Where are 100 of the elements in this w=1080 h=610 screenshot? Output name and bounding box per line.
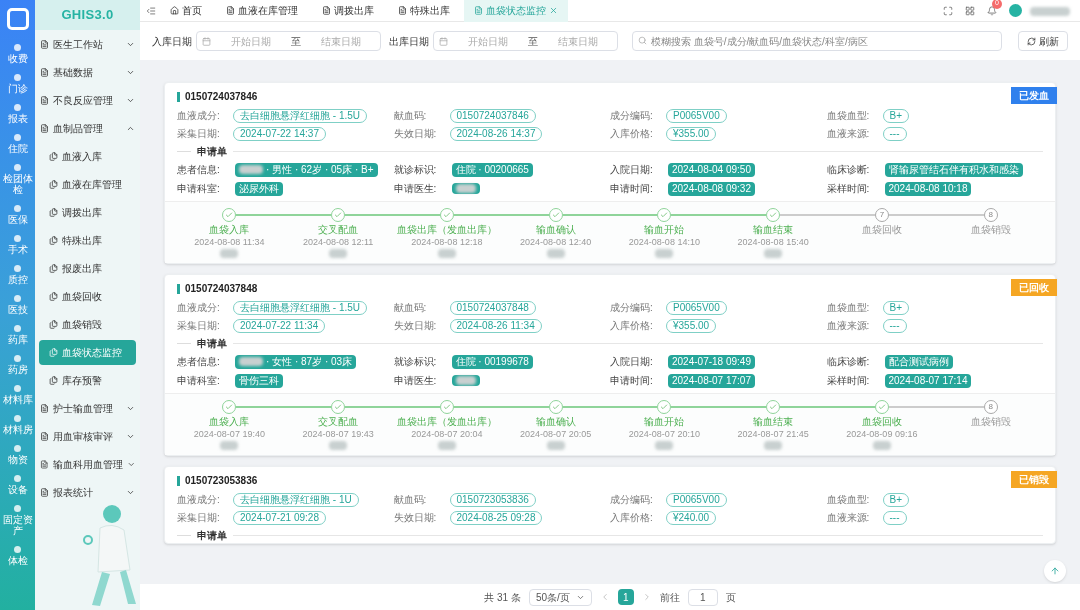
- module-icon: [14, 415, 21, 422]
- field-label: 临床诊断:: [826, 163, 871, 177]
- step-time: 2024-08-07 20:04: [411, 429, 483, 440]
- page-unit: 页: [725, 590, 736, 605]
- status-ribbon: 已销毁: [1011, 471, 1057, 488]
- rail-item[interactable]: 收费: [0, 42, 35, 66]
- field-label: 就诊标识:: [393, 163, 438, 177]
- field-label: 申请科室:: [177, 374, 221, 388]
- goto-label: 前往: [659, 590, 680, 605]
- step-label: 交叉配血: [318, 224, 359, 236]
- pages-icon: [49, 263, 58, 273]
- document-icon: [40, 67, 49, 77]
- grid-icon[interactable]: [965, 5, 975, 16]
- step-label: 输血结束: [753, 224, 794, 236]
- page-input[interactable]: 1: [687, 588, 718, 606]
- field-label: 献血码:: [393, 301, 428, 315]
- step-label: 血袋出库（发血出库）: [396, 416, 497, 428]
- avatar[interactable]: [1009, 4, 1022, 17]
- step-time: 2024-08-08 11:34: [194, 237, 265, 248]
- document-icon: [40, 431, 49, 441]
- section-title: 申请单: [197, 337, 227, 351]
- field-label: 申请医生:: [393, 182, 438, 196]
- field-label: 血液成分:: [177, 301, 221, 315]
- logo-icon: [6, 8, 29, 30]
- menu-item[interactable]: 血液入库: [39, 143, 136, 169]
- step-time: 2024-08-08 12:18: [411, 237, 483, 248]
- page-tab[interactable]: 首页: [160, 0, 212, 22]
- menu-group[interactable]: 用血审核审评: [35, 422, 140, 450]
- page-size-select[interactable]: 50条/页: [528, 588, 592, 606]
- collapse-icon[interactable]: [146, 5, 156, 16]
- refresh-icon: [1027, 36, 1036, 46]
- field-label: 入库价格:: [610, 511, 654, 525]
- redacted-block: [764, 441, 783, 450]
- redacted-block: [1030, 6, 1070, 16]
- module-icon: [14, 134, 21, 141]
- app-logo: GHIS3.0: [35, 0, 140, 30]
- field-label: 患者信息:: [177, 355, 221, 369]
- field-label: 失效日期:: [393, 511, 438, 525]
- refresh-button[interactable]: 刷新: [1018, 31, 1068, 51]
- menu-item[interactable]: 特殊出库: [39, 227, 136, 253]
- step-label: 血袋入库: [209, 224, 250, 236]
- section-title: 申请单: [197, 529, 227, 543]
- pages-icon: [49, 235, 58, 245]
- field-label: 申请时间:: [610, 374, 654, 388]
- date-range-field[interactable]: 开始日期 至 结束日期: [196, 31, 381, 51]
- menu-group[interactable]: 医生工作站: [35, 30, 140, 58]
- redacted-block: [437, 441, 456, 450]
- step-time: 2024-08-08 15:40: [737, 237, 809, 248]
- menu-group[interactable]: 输血科用血管理: [35, 450, 140, 478]
- step-label: 输血确认: [535, 416, 576, 428]
- search-field[interactable]: 模糊搜索 血袋号/成分/献血码/血袋状态/科室/病区: [632, 31, 1002, 51]
- step-label: 血袋出库（发血出库）: [396, 224, 497, 236]
- menu-group[interactable]: 不良反应管理: [35, 86, 140, 114]
- field-label: 失效日期:: [393, 127, 438, 141]
- redacted-block: [655, 441, 674, 450]
- menu-group[interactable]: 护士输血管理: [35, 394, 140, 422]
- close-icon[interactable]: [549, 6, 558, 15]
- field-label: 采样时间:: [826, 374, 871, 388]
- step-time: 2024-08-08 12:40: [520, 237, 592, 248]
- field-label: 入库价格:: [610, 127, 654, 141]
- module-icon: [14, 475, 21, 482]
- date-range-field[interactable]: 开始日期 至 结束日期: [433, 31, 618, 51]
- bag-number: 0150724037848: [185, 282, 258, 296]
- page-tab[interactable]: 血液在库管理: [216, 0, 308, 22]
- redacted-block: [220, 441, 239, 450]
- menu-item[interactable]: 血袋销毁: [39, 311, 136, 337]
- fullscreen-icon[interactable]: [943, 5, 953, 16]
- redacted-block: [764, 249, 783, 258]
- field-label: 申请医生:: [393, 374, 438, 388]
- document-icon: [40, 123, 49, 133]
- document-icon: [40, 459, 49, 469]
- filter-label: 出库日期: [389, 34, 429, 49]
- field-label: 献血码:: [393, 109, 428, 123]
- pages-icon: [49, 207, 58, 217]
- step-label: 输血结束: [753, 416, 794, 428]
- menu-item[interactable]: 血袋回收: [39, 283, 136, 309]
- menu-item[interactable]: 报废出库: [39, 255, 136, 281]
- menu-item[interactable]: 血液在库管理: [39, 171, 136, 197]
- total-count: 共 31 条: [484, 590, 521, 605]
- field-label: 血液来源:: [826, 127, 871, 141]
- field-label: 患者信息:: [177, 163, 221, 177]
- menu-group[interactable]: 血制品管理: [35, 114, 140, 142]
- page-tab[interactable]: 调拨出库: [312, 0, 384, 22]
- home-icon: [170, 6, 179, 15]
- field-label: 入院日期:: [610, 355, 654, 369]
- module-icon: [14, 205, 21, 212]
- step-time: 2024-08-08 14:10: [628, 237, 700, 248]
- back-to-top-button[interactable]: [1044, 560, 1066, 582]
- page-tab[interactable]: 特殊出库: [388, 0, 460, 22]
- pages-icon: [49, 319, 58, 329]
- menu-item[interactable]: 调拨出库: [39, 199, 136, 225]
- bell-icon[interactable]: [987, 5, 997, 16]
- menu-item[interactable]: 库存预警: [39, 367, 136, 393]
- field-label: 献血码:: [393, 493, 428, 507]
- module-icon: [14, 235, 21, 242]
- menu-group[interactable]: 报表统计: [35, 478, 140, 506]
- field-label: 血袋血型:: [826, 301, 871, 315]
- step-label: 输血开始: [644, 416, 685, 428]
- menu-group[interactable]: 基础数据: [35, 58, 140, 86]
- step-number: 7: [874, 208, 889, 222]
